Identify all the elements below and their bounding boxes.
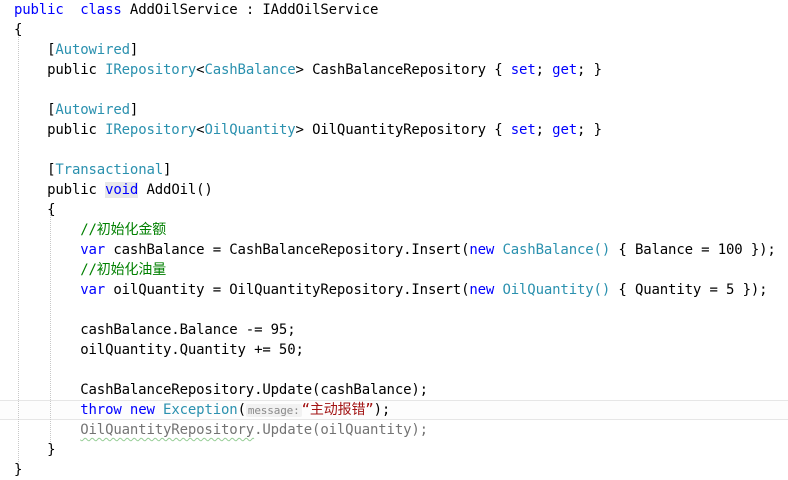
code-token: CashBalance — [502, 242, 594, 258]
code-token: OilQuantityRepository — [80, 422, 255, 438]
code-line[interactable]: public IRepository<CashBalance> CashBala… — [14, 60, 602, 80]
code-token: “主动报错” — [301, 402, 374, 418]
code-token: { — [14, 22, 23, 38]
code-token: var — [80, 242, 106, 258]
code-token: AddOil() — [138, 182, 213, 198]
code-token: ] — [129, 42, 139, 58]
code-token: IRepository — [105, 122, 197, 138]
code-line[interactable]: public void AddOil() — [14, 180, 213, 200]
code-token: cashBalance.Balance -= 95; — [14, 322, 296, 338]
code-line[interactable]: var cashBalance = CashBalanceRepository.… — [14, 240, 776, 260]
code-token: class — [80, 2, 122, 18]
code-token: CashBalanceRepository.Update(cashBalance… — [14, 382, 428, 398]
code-editor[interactable]: public class AddOilService : IAddOilServ… — [0, 0, 788, 480]
code-line[interactable]: cashBalance.Balance -= 95; — [14, 320, 295, 340]
code-token: ] — [163, 162, 172, 178]
code-token: OilQuantity — [502, 282, 594, 298]
code-token: [ — [14, 162, 56, 178]
code-token: } — [14, 442, 56, 458]
code-line[interactable]: var oilQuantity = OilQuantityRepository.… — [14, 280, 767, 300]
code-token: [ — [14, 102, 56, 118]
code-token: public — [14, 2, 64, 18]
code-token: void — [105, 182, 139, 198]
code-token: } — [14, 462, 23, 478]
code-token: get — [552, 122, 578, 138]
code-line[interactable]: //初始化金额 — [14, 220, 166, 240]
code-line[interactable]: } — [14, 440, 55, 460]
code-token: public — [14, 62, 106, 78]
code-token: Exception — [163, 402, 238, 418]
code-token: ; } — [577, 62, 602, 78]
code-token: Autowired — [55, 42, 130, 58]
code-token: ] — [129, 102, 139, 118]
code-line[interactable]: //初始化油量 — [14, 260, 166, 280]
code-token: public — [14, 122, 106, 138]
code-token: new — [129, 402, 155, 418]
code-token: CashBalance — [204, 62, 296, 78]
code-token: ( — [237, 402, 246, 418]
code-token: Transactional — [55, 162, 164, 178]
code-token: public — [14, 182, 106, 198]
code-token: [ — [14, 42, 56, 58]
code-token: AddOilService : IAddOilService — [121, 2, 379, 18]
code-line[interactable]: { — [14, 20, 22, 40]
code-token: cashBalance = CashBalanceRepository.Inse… — [105, 242, 470, 258]
code-line[interactable]: oilQuantity.Quantity += 50; — [14, 340, 304, 360]
code-line[interactable]: } — [14, 460, 22, 480]
code-line[interactable]: throw new Exception(message: “主动报错”); — [14, 400, 390, 420]
code-token: Autowired — [55, 102, 130, 118]
code-token: ; — [535, 122, 553, 138]
code-token: OilQuantity — [204, 122, 296, 138]
code-token: IRepository — [105, 62, 197, 78]
code-token: //初始化金额 — [80, 222, 167, 238]
code-line[interactable]: { — [14, 200, 55, 220]
code-token: message: — [245, 404, 302, 417]
code-token: { Quantity = 5 }); — [610, 282, 768, 298]
code-token: throw — [80, 402, 122, 418]
code-line[interactable]: [Transactional] — [14, 160, 171, 180]
code-token: > OilQuantityRepository { — [295, 122, 511, 138]
code-token: new — [469, 282, 495, 298]
code-token: oilQuantity.Quantity += 50; — [14, 342, 304, 358]
code-token: //初始化油量 — [80, 262, 167, 278]
code-line[interactable]: OilQuantityRepository.Update(oilQuantity… — [14, 420, 428, 440]
code-token: { Balance = 100 }); — [610, 242, 776, 258]
code-token: new — [469, 242, 495, 258]
code-token: ; } — [577, 122, 602, 138]
code-token: > CashBalanceRepository { — [295, 62, 511, 78]
code-token: .Update(oilQuantity); — [254, 422, 428, 438]
code-token: { — [14, 202, 56, 218]
code-token: set — [510, 62, 536, 78]
code-line[interactable]: [Autowired] — [14, 100, 138, 120]
code-token: ; — [535, 62, 553, 78]
code-token: get — [552, 62, 578, 78]
code-token: oilQuantity = OilQuantityRepository.Inse… — [105, 282, 470, 298]
code-token: ); — [373, 402, 391, 418]
code-token: () — [593, 282, 611, 298]
code-line[interactable]: CashBalanceRepository.Update(cashBalance… — [14, 380, 428, 400]
code-token: set — [510, 122, 536, 138]
code-token: var — [80, 282, 106, 298]
code-token: () — [593, 242, 611, 258]
code-line[interactable]: public IRepository<OilQuantity> OilQuant… — [14, 120, 602, 140]
code-line[interactable]: [Autowired] — [14, 40, 138, 60]
code-line[interactable]: public class AddOilService : IAddOilServ… — [14, 0, 378, 20]
